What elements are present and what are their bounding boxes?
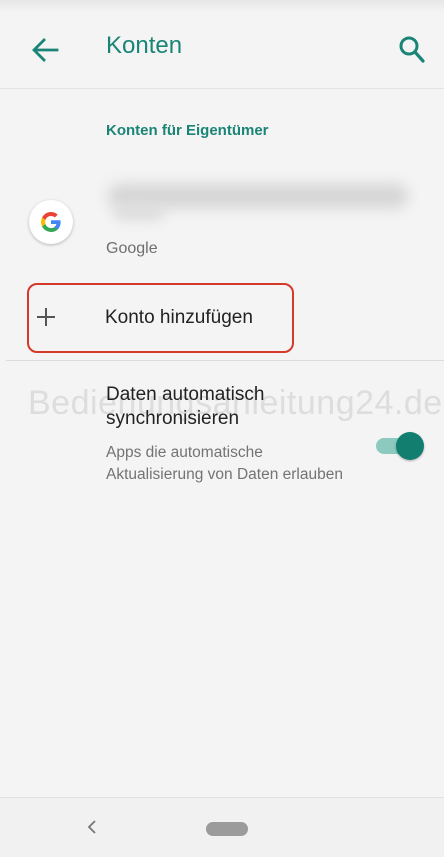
system-navigation-bar xyxy=(0,797,444,857)
account-type-label: Google xyxy=(106,240,158,257)
plus-icon xyxy=(35,306,57,328)
account-email-redacted[interactable] xyxy=(104,178,416,226)
search-icon[interactable] xyxy=(398,34,426,64)
status-bar xyxy=(0,0,444,12)
google-logo-icon xyxy=(29,200,73,244)
divider xyxy=(6,360,444,361)
add-account-button[interactable]: Konto hinzufügen xyxy=(27,283,294,353)
page-title: Konten xyxy=(106,32,183,59)
chevron-left-icon[interactable] xyxy=(84,816,100,838)
auto-sync-toggle[interactable] xyxy=(376,432,424,460)
arrow-left-icon[interactable] xyxy=(30,36,60,64)
sync-setting-description: Apps die automatische Aktualisierung von… xyxy=(106,444,343,483)
toggle-thumb xyxy=(396,432,424,460)
home-button[interactable] xyxy=(206,822,248,836)
add-account-label: Konto hinzufügen xyxy=(105,307,253,328)
section-header: Konten für Eigentümer xyxy=(106,122,269,139)
sync-setting-title: Daten automatisch synchronisieren xyxy=(106,384,265,429)
app-bar: Konten xyxy=(0,12,444,89)
accounts-screen: Konten Konten für Eigentümer Google Kont… xyxy=(0,0,444,857)
